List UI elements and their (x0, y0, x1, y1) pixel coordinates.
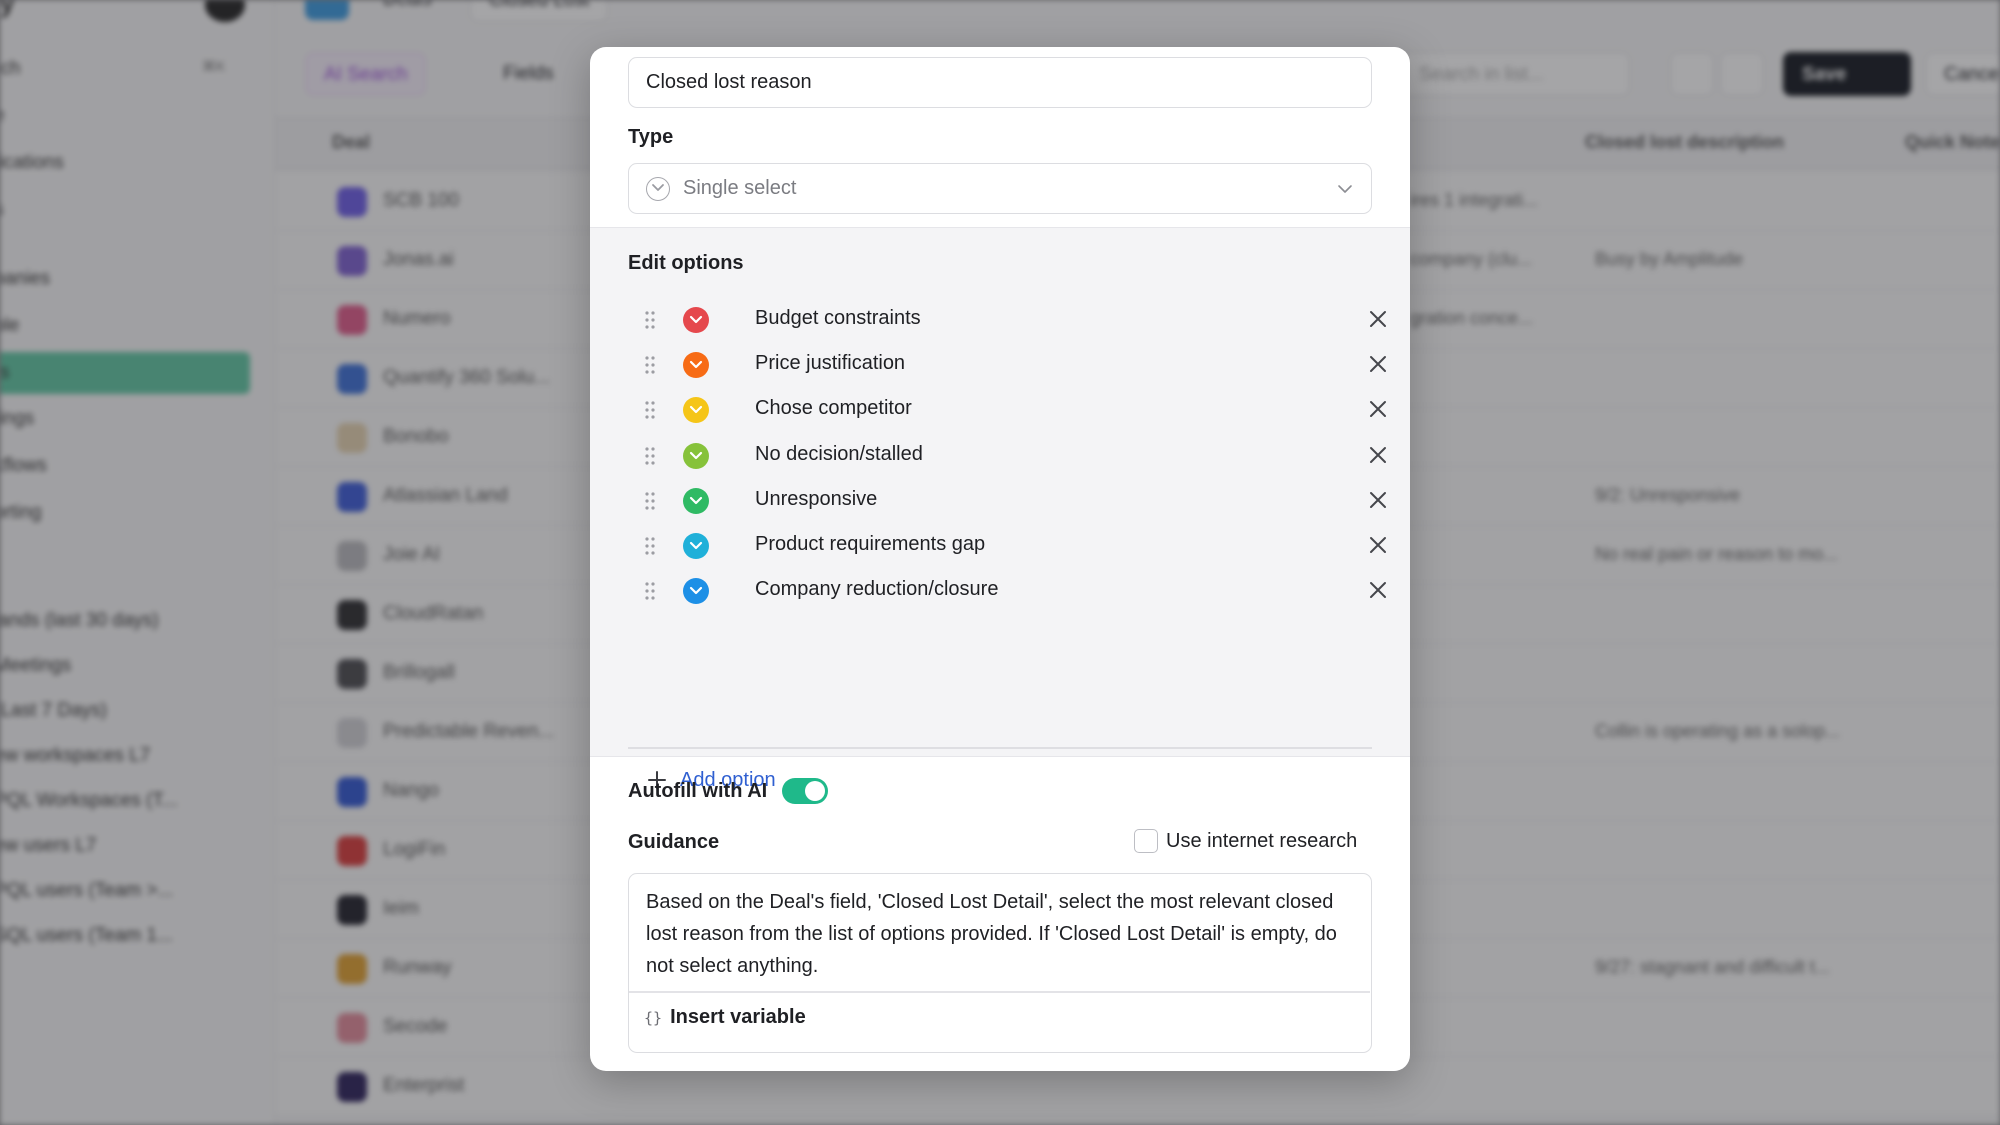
option-color-icon[interactable] (683, 533, 709, 559)
toggle-knob (805, 781, 825, 801)
drag-handle-icon[interactable] (644, 536, 656, 561)
option-color-icon[interactable] (683, 442, 709, 469)
option-label[interactable]: Chose competitor (755, 397, 912, 420)
option-color-icon[interactable] (683, 397, 709, 424)
option-color-icon[interactable] (683, 307, 709, 333)
option-color-icon[interactable] (683, 487, 709, 514)
type-label: Type (628, 126, 674, 148)
drag-handle-icon[interactable] (644, 310, 656, 335)
type-select[interactable]: Single select (628, 163, 1372, 214)
close-icon[interactable] (1366, 533, 1390, 557)
type-value: Single select (683, 177, 797, 199)
edit-options-section: Edit options Budget constraints Price jus… (590, 227, 1410, 791)
close-icon[interactable] (1366, 443, 1390, 467)
drag-handle-icon[interactable] (644, 446, 656, 471)
option-label[interactable]: Budget constraints (755, 307, 921, 330)
guidance-label: Guidance (628, 831, 720, 853)
option-label[interactable]: Unresponsive (755, 488, 877, 511)
insert-variable-button[interactable]: {} Insert variable (644, 1006, 806, 1029)
option-label[interactable]: Product requirements gap (755, 533, 985, 556)
options-divider (628, 747, 1372, 749)
close-icon[interactable] (1366, 578, 1390, 602)
option-color-icon[interactable] (683, 352, 709, 379)
braces-icon: {} (644, 1008, 663, 1027)
autofill-toggle[interactable] (782, 778, 828, 804)
insert-variable-label: Insert variable (670, 1006, 806, 1028)
edit-field-modal: Closed lost reason Type Single select Ed… (590, 47, 1410, 1071)
option-color-icon[interactable] (683, 578, 709, 605)
internet-research-option[interactable]: Use internet research (1134, 829, 1357, 853)
edit-options-label: Edit options (628, 252, 744, 274)
chevron-down-icon (1337, 181, 1353, 202)
option-label[interactable]: Price justification (755, 352, 905, 375)
internet-research-label: Use internet research (1166, 829, 1358, 852)
drag-handle-icon[interactable] (644, 491, 656, 516)
option-label[interactable]: Company reduction/closure (755, 578, 998, 601)
single-select-icon (646, 177, 670, 201)
close-icon[interactable] (1366, 307, 1390, 331)
close-icon[interactable] (1366, 352, 1390, 376)
internet-research-checkbox[interactable] (1134, 829, 1158, 853)
drag-handle-icon[interactable] (644, 581, 656, 606)
guidance-textarea[interactable]: Based on the Deal's field, 'Closed Lost … (646, 886, 1346, 982)
close-icon[interactable] (1366, 397, 1390, 421)
drag-handle-icon[interactable] (644, 355, 656, 380)
guidance-editor[interactable]: Based on the Deal's field, 'Closed Lost … (628, 873, 1372, 1053)
option-label[interactable]: No decision/stalled (755, 443, 923, 466)
close-icon[interactable] (1366, 488, 1390, 512)
field-name-input[interactable]: Closed lost reason (628, 57, 1372, 108)
autofill-label: Autofill with AI (628, 780, 768, 802)
drag-handle-icon[interactable] (644, 400, 656, 425)
option-row: Company reduction/closure (628, 562, 1386, 620)
guidance-separator (629, 991, 1370, 993)
